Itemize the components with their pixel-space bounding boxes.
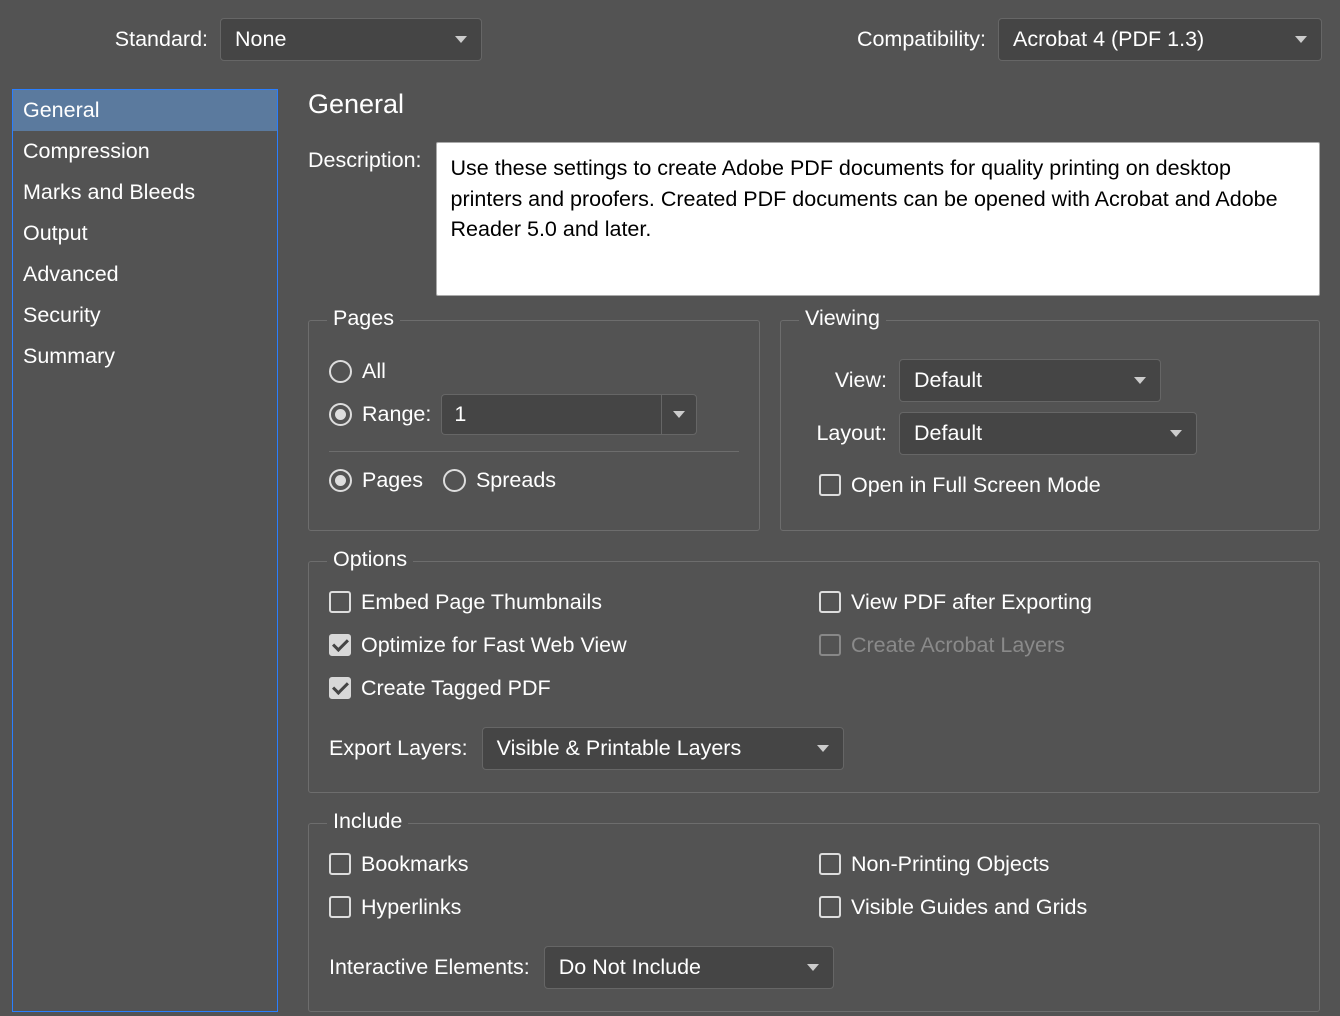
pages-fieldset: Pages All Range: Pages — [308, 320, 760, 531]
layout-select[interactable]: Default — [899, 412, 1197, 455]
options-legend: Options — [327, 547, 413, 572]
viewing-fieldset: Viewing View: Default Layout: Default — [780, 320, 1320, 531]
export-layers-label: Export Layers: — [329, 736, 468, 761]
pages-all-label: All — [362, 359, 386, 384]
description-label: Description: — [308, 142, 422, 296]
sidebar-item-compression[interactable]: Compression — [13, 131, 277, 172]
pages-range-label: Range: — [362, 402, 431, 427]
pages-range-combo[interactable] — [441, 394, 697, 435]
sidebar: General Compression Marks and Bleeds Out… — [12, 89, 278, 1012]
chevron-down-icon — [1295, 36, 1307, 43]
divider — [329, 451, 739, 452]
view-after-export-checkbox[interactable] — [819, 591, 841, 613]
compatibility-value: Acrobat 4 (PDF 1.3) — [1013, 27, 1204, 52]
pages-spreads-radio[interactable] — [443, 469, 466, 492]
create-layers-checkbox — [819, 634, 841, 656]
viewing-legend: Viewing — [799, 306, 886, 331]
standard-label: Standard: — [18, 27, 208, 52]
compatibility-label: Compatibility: — [857, 27, 986, 52]
chevron-down-icon — [673, 411, 685, 418]
pages-pages-radio[interactable] — [329, 469, 352, 492]
create-tagged-checkbox[interactable] — [329, 677, 351, 699]
interactive-elements-label: Interactive Elements: — [329, 955, 530, 980]
nonprinting-checkbox[interactable] — [819, 853, 841, 875]
options-fieldset: Options Embed Page Thumbnails View PDF a… — [308, 561, 1320, 793]
pages-all-radio[interactable] — [329, 360, 352, 383]
standard-select[interactable]: None — [220, 18, 482, 61]
embed-thumbnails-checkbox[interactable] — [329, 591, 351, 613]
visible-guides-checkbox[interactable] — [819, 896, 841, 918]
include-legend: Include — [327, 809, 408, 834]
description-textarea[interactable]: Use these settings to create Adobe PDF d… — [436, 142, 1320, 296]
view-select[interactable]: Default — [899, 359, 1161, 402]
sidebar-item-marks-bleeds[interactable]: Marks and Bleeds — [13, 172, 277, 213]
sidebar-item-summary[interactable]: Summary — [13, 336, 277, 377]
fullscreen-checkbox[interactable] — [819, 474, 841, 496]
pages-range-dropdown[interactable] — [661, 394, 697, 435]
chevron-down-icon — [807, 964, 819, 971]
export-layers-select[interactable]: Visible & Printable Layers — [482, 727, 844, 770]
compatibility-select[interactable]: Acrobat 4 (PDF 1.3) — [998, 18, 1322, 61]
include-fieldset: Include Bookmarks Non-Printing Objects H… — [308, 823, 1320, 1012]
optimize-fast-web-checkbox[interactable] — [329, 634, 351, 656]
sidebar-item-general[interactable]: General — [13, 90, 277, 131]
top-bar: Standard: None Compatibility: Acrobat 4 … — [0, 0, 1340, 67]
sidebar-item-advanced[interactable]: Advanced — [13, 254, 277, 295]
sidebar-item-security[interactable]: Security — [13, 295, 277, 336]
hyperlinks-checkbox[interactable] — [329, 896, 351, 918]
chevron-down-icon — [817, 745, 829, 752]
view-label: View: — [801, 368, 887, 393]
standard-value: None — [235, 27, 286, 52]
chevron-down-icon — [1134, 377, 1146, 384]
sidebar-item-output[interactable]: Output — [13, 213, 277, 254]
section-title: General — [308, 89, 1320, 120]
pages-range-radio[interactable] — [329, 403, 352, 426]
pages-range-input[interactable] — [441, 394, 661, 435]
chevron-down-icon — [455, 36, 467, 43]
pages-pages-label: Pages — [362, 468, 423, 493]
chevron-down-icon — [1170, 430, 1182, 437]
pages-spreads-label: Spreads — [476, 468, 556, 493]
layout-label: Layout: — [801, 421, 887, 446]
fullscreen-label: Open in Full Screen Mode — [851, 473, 1101, 498]
pages-legend: Pages — [327, 306, 400, 331]
interactive-elements-select[interactable]: Do Not Include — [544, 946, 834, 989]
content-panel: General Description: Use these settings … — [308, 89, 1340, 1012]
bookmarks-checkbox[interactable] — [329, 853, 351, 875]
